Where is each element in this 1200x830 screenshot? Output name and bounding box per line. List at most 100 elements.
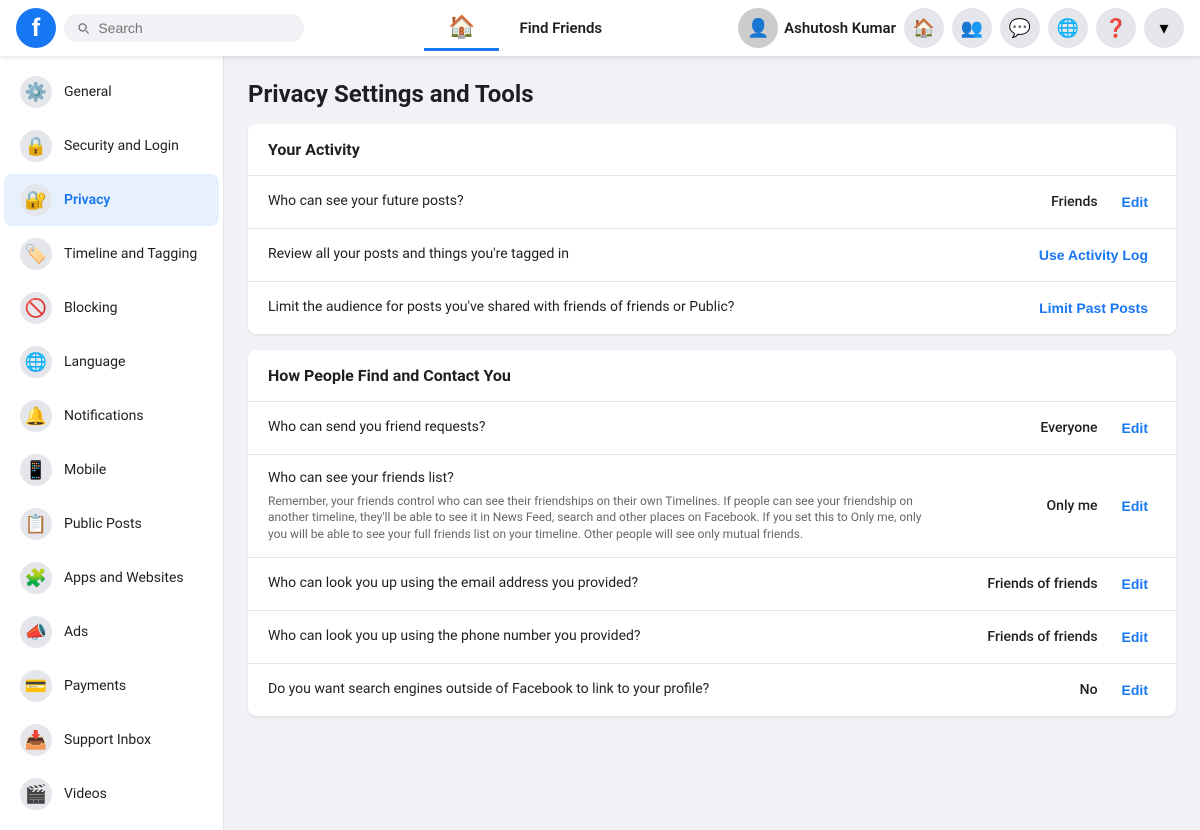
row-value: Everyone [958, 420, 1098, 436]
support-icon: 📥 [20, 724, 52, 756]
edit-email-lookup-button[interactable]: Edit [1114, 572, 1156, 596]
use-activity-log-button[interactable]: Use Activity Log [1031, 243, 1156, 267]
general-icon: ⚙️ [20, 76, 52, 108]
row-description: Who can look you up using the phone numb… [268, 627, 942, 647]
privacy-icon: 🔐 [20, 184, 52, 216]
facebook-logo: f [16, 8, 56, 48]
sidebar-item-videos[interactable]: 🎬 Videos [4, 768, 219, 820]
sidebar-item-label: Apps and Websites [64, 570, 184, 586]
table-row: Who can send you friend requests? Everyo… [248, 402, 1176, 455]
edit-future-posts-button[interactable]: Edit [1114, 190, 1156, 214]
sidebar-item-label: Videos [64, 786, 107, 802]
messenger-icon[interactable]: 💬 [1000, 8, 1040, 48]
user-profile-area[interactable]: 👤 Ashutosh Kumar [738, 8, 896, 48]
edit-search-engines-button[interactable]: Edit [1114, 678, 1156, 702]
row-value: No [958, 682, 1098, 698]
row-value: Only me [958, 498, 1098, 514]
friends-list-subtext: Remember, your friends control who can s… [268, 493, 942, 543]
find-friends-link[interactable]: Find Friends [503, 6, 618, 51]
sidebar-item-security[interactable]: 🔒 Security and Login [4, 120, 219, 172]
sidebar-item-label: Ads [64, 624, 88, 640]
nav-center: 🏠 Find Friends [312, 6, 730, 51]
nav-right: 👤 Ashutosh Kumar 🏠 👥 💬 🌐 ❓ ▾ [738, 8, 1184, 48]
row-value: Friends of friends [958, 576, 1098, 592]
sidebar-item-label: Blocking [64, 300, 118, 316]
row-description: Who can see your friends list? Remember,… [268, 469, 942, 543]
sidebar-item-label: Security and Login [64, 138, 179, 154]
videos-icon: 🎬 [20, 778, 52, 810]
sidebar-item-support[interactable]: 📥 Support Inbox [4, 714, 219, 766]
table-row: Who can see your friends list? Remember,… [248, 455, 1176, 558]
edit-phone-lookup-button[interactable]: Edit [1114, 625, 1156, 649]
blocking-icon: 🚫 [20, 292, 52, 324]
edit-friend-requests-button[interactable]: Edit [1114, 416, 1156, 440]
sidebar-item-public-posts[interactable]: 📋 Public Posts [4, 498, 219, 550]
sidebar-item-privacy[interactable]: 🔐 Privacy [4, 174, 219, 226]
table-row: Limit the audience for posts you've shar… [248, 282, 1176, 334]
row-value: Friends [958, 194, 1098, 210]
payments-icon: 💳 [20, 670, 52, 702]
row-description: Who can see your future posts? [268, 192, 942, 212]
search-icon [76, 20, 90, 36]
row-description: Who can look you up using the email addr… [268, 574, 942, 594]
main-content: Privacy Settings and Tools Your Activity… [224, 56, 1200, 830]
home-button[interactable]: 🏠 [904, 8, 944, 48]
table-row: Review all your posts and things you're … [248, 229, 1176, 282]
public-posts-icon: 📋 [20, 508, 52, 540]
friends-icon[interactable]: 👥 [952, 8, 992, 48]
user-name: Ashutosh Kumar [784, 19, 896, 37]
limit-past-posts-button[interactable]: Limit Past Posts [1031, 296, 1156, 320]
page-title: Privacy Settings and Tools [248, 80, 1176, 108]
sidebar-item-label: Timeline and Tagging [64, 246, 197, 262]
sidebar-item-label: General [64, 84, 112, 100]
mobile-icon: 📱 [20, 454, 52, 486]
security-icon: 🔒 [20, 130, 52, 162]
sidebar-item-blocking[interactable]: 🚫 Blocking [4, 282, 219, 334]
sidebar-item-timeline[interactable]: 🏷️ Timeline and Tagging [4, 228, 219, 280]
sidebar-item-notifications[interactable]: 🔔 Notifications [4, 390, 219, 442]
your-activity-section: Your Activity Who can see your future po… [248, 124, 1176, 334]
sidebar-item-language[interactable]: 🌐 Language [4, 336, 219, 388]
notifications-icon: 🔔 [20, 400, 52, 432]
main-layout: ⚙️ General 🔒 Security and Login 🔐 Privac… [0, 56, 1200, 830]
timeline-icon: 🏷️ [20, 238, 52, 270]
sidebar-item-payments[interactable]: 💳 Payments [4, 660, 219, 712]
sidebar-item-label: Public Posts [64, 516, 142, 532]
help-icon[interactable]: ❓ [1096, 8, 1136, 48]
avatar: 👤 [738, 8, 778, 48]
sidebar-item-label: Mobile [64, 462, 106, 478]
table-row: Who can look you up using the phone numb… [248, 611, 1176, 664]
sidebar-item-general[interactable]: ⚙️ General [4, 66, 219, 118]
how-people-find-section: How People Find and Contact You Who can … [248, 350, 1176, 716]
row-description: Review all your posts and things you're … [268, 245, 859, 265]
sidebar-item-mobile[interactable]: 📱 Mobile [4, 444, 219, 496]
apps-icon: 🧩 [20, 562, 52, 594]
row-value: Friends of friends [958, 629, 1098, 645]
sidebar-item-ads[interactable]: 📣 Ads [4, 606, 219, 658]
chevron-down-icon[interactable]: ▾ [1144, 8, 1184, 48]
table-row: Who can see your future posts? Friends E… [248, 176, 1176, 229]
sidebar-item-label: Privacy [64, 192, 110, 208]
table-row: Who can look you up using the email addr… [248, 558, 1176, 611]
search-input[interactable] [98, 20, 292, 36]
friends-list-description: Who can see your friends list? [268, 470, 454, 486]
row-description: Do you want search engines outside of Fa… [268, 680, 942, 700]
globe-icon[interactable]: 🌐 [1048, 8, 1088, 48]
home-icon: 🏠 [448, 14, 475, 39]
row-description: Limit the audience for posts you've shar… [268, 298, 859, 318]
sidebar-item-label: Support Inbox [64, 732, 151, 748]
language-icon: 🌐 [20, 346, 52, 378]
sidebar: ⚙️ General 🔒 Security and Login 🔐 Privac… [0, 56, 224, 830]
ads-icon: 📣 [20, 616, 52, 648]
how-people-find-header: How People Find and Contact You [248, 350, 1176, 402]
sidebar-item-label: Payments [64, 678, 126, 694]
table-row: Do you want search engines outside of Fa… [248, 664, 1176, 716]
home-nav-button[interactable]: 🏠 [424, 6, 499, 51]
search-bar [64, 14, 304, 42]
edit-friends-list-button[interactable]: Edit [1114, 494, 1156, 518]
sidebar-item-label: Notifications [64, 408, 144, 424]
sidebar-item-label: Language [64, 354, 125, 370]
row-description: Who can send you friend requests? [268, 418, 942, 438]
sidebar-item-apps[interactable]: 🧩 Apps and Websites [4, 552, 219, 604]
your-activity-header: Your Activity [248, 124, 1176, 176]
